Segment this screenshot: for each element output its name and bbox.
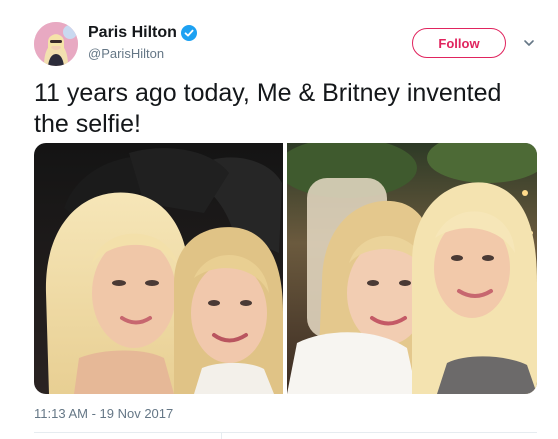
author-name[interactable]: Paris Hilton xyxy=(88,24,177,42)
tweet-text: 11 years ago today, Me & Britney invente… xyxy=(34,79,502,138)
media-grid xyxy=(34,143,537,394)
avatar-image xyxy=(34,22,78,66)
photo-2[interactable] xyxy=(287,143,537,394)
divider-tick xyxy=(221,432,222,439)
chevron-down-icon[interactable] xyxy=(522,36,536,50)
tweet-timestamp[interactable]: 11:13 AM - 19 Nov 2017 xyxy=(34,406,173,421)
photo-1[interactable] xyxy=(34,143,283,394)
verified-badge-icon xyxy=(180,25,197,41)
divider xyxy=(34,432,537,433)
avatar[interactable] xyxy=(34,22,78,66)
author-handle[interactable]: @ParisHilton xyxy=(88,46,164,61)
author-name-row: Paris Hilton xyxy=(88,24,197,42)
tweet-card: Paris Hilton @ParisHilton Follow 11 year… xyxy=(0,0,558,439)
follow-button[interactable]: Follow xyxy=(412,28,506,58)
